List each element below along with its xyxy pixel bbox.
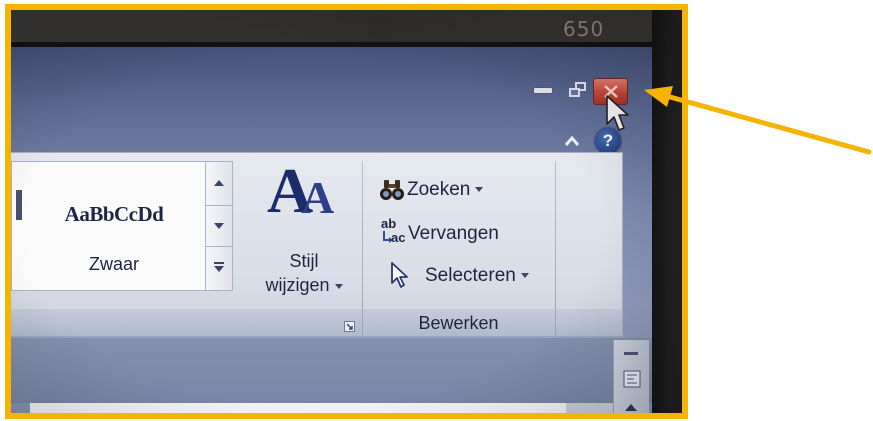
photo-frame: 650 ? AaBbCcDd Zwaar A A Stijl wijzigen … [5,4,688,419]
monitor-model-label: 650 [563,17,605,41]
gallery-scroll-down-button[interactable] [206,206,232,247]
document-page[interactable] [30,403,566,413]
minimize-button[interactable] [534,88,552,93]
dropdown-caret-icon [520,273,529,279]
vertical-scrollbar[interactable] [613,340,649,413]
find-button[interactable]: Zoeken [407,179,484,201]
scroll-down-icon [214,223,224,229]
gallery-more-icon [214,262,224,272]
ribbon: AaBbCcDd Zwaar A A Stijl wijzigen Zoeken… [11,152,623,338]
binoculars-icon [380,180,404,200]
select-icon-wrap[interactable] [389,261,413,294]
change-styles-label-line1: Stijl [289,251,319,271]
change-styles-button[interactable]: A A Stijl wijzigen [247,155,361,311]
gallery-scroll-up-button[interactable] [206,162,232,206]
select-cursor-icon [391,262,408,288]
dropdown-caret-icon [475,187,484,193]
dialog-launcher-icon [344,321,355,332]
group-separator [555,161,556,337]
group-separator [362,161,363,337]
mouse-pointer-icon [605,94,631,139]
scroll-up-arrow-icon[interactable] [624,403,638,412]
scroll-up-icon [214,180,224,186]
gallery-previous-item-fragment [16,190,22,220]
gallery-scroll-controls [205,161,233,291]
ruler-toggle-icon[interactable] [623,370,641,388]
replace-icon[interactable]: ab ac [381,216,409,249]
dropdown-caret-icon [334,283,343,289]
styles-dialog-launcher[interactable] [344,319,355,332]
gallery-more-button[interactable] [206,247,232,290]
style-sample-text: AaBbCcDd [64,202,164,226]
select-button[interactable]: Selecteren [425,265,529,287]
ribbon-collapse-button[interactable] [564,134,580,146]
chevron-up-icon [564,135,580,146]
change-styles-icon: A A [267,155,335,226]
replace-button[interactable]: Vervangen [408,223,499,245]
split-handle-icon[interactable] [624,352,638,355]
restore-button[interactable] [567,82,589,100]
document-margin [566,403,613,413]
editing-group-label: Bewerken [418,313,499,333]
find-icon-wrap[interactable] [380,179,404,206]
change-styles-label-line2: wijzigen [247,275,361,296]
ruler-area [11,338,652,403]
styles-gallery: AaBbCcDd Zwaar [11,161,206,291]
style-name: Zwaar [88,254,139,274]
style-item-zwaar[interactable]: AaBbCcDd Zwaar [28,166,200,286]
monitor-bezel-right [652,10,682,413]
